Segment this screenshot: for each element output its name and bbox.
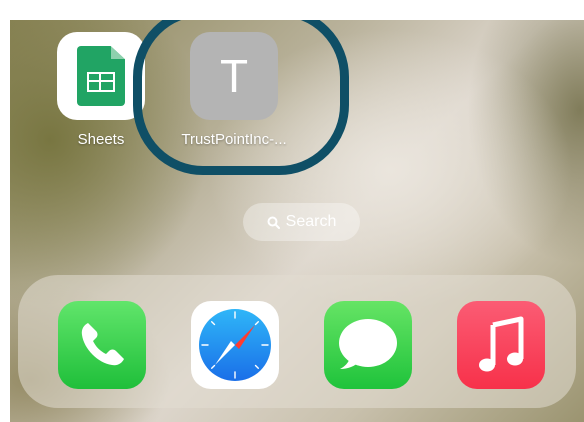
home-screen: Sheets T TrustPointInc-... Search [10, 20, 584, 422]
sheets-grid-shape [87, 72, 115, 92]
phone-icon [81, 323, 124, 366]
dock-app-phone[interactable] [58, 301, 146, 389]
app-sheets[interactable]: Sheets [57, 32, 145, 148]
sheets-app-icon[interactable] [57, 32, 145, 120]
dock-app-music[interactable] [457, 301, 545, 389]
search-button[interactable]: Search [243, 203, 360, 241]
dock-app-messages[interactable] [324, 301, 412, 389]
highlight-ring [133, 20, 349, 175]
dock-app-safari[interactable] [191, 301, 279, 389]
dock [18, 275, 576, 408]
search-label: Search [285, 213, 337, 230]
search-icon [267, 216, 280, 229]
music-note-icon [479, 316, 524, 372]
safari-compass-icon [199, 309, 271, 381]
messages-icon [339, 319, 397, 369]
